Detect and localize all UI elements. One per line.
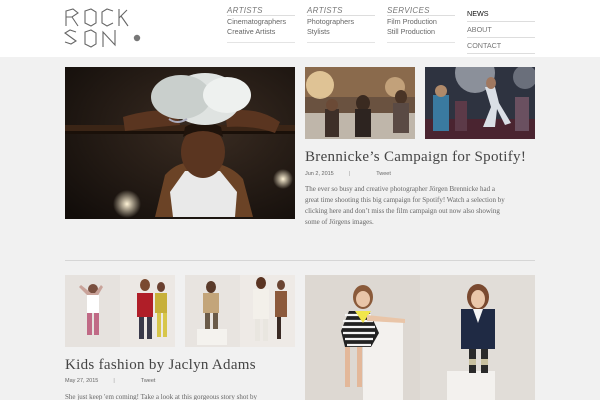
spotify-photo-2[interactable] xyxy=(425,67,535,139)
post-date: May 27, 2015 xyxy=(65,378,99,384)
boxer-photo[interactable] xyxy=(65,67,295,219)
kids-photo-large[interactable] xyxy=(305,275,535,400)
nav-item-cinematographers[interactable]: Cinematographers xyxy=(227,17,295,27)
nav-pages: NEWS ABOUT CONTACT xyxy=(467,6,535,54)
post-meta-kids-fashion: May 27, 2015 | Tweet xyxy=(65,378,156,384)
nav-item-still-production[interactable]: Still Production xyxy=(387,27,455,37)
nav-item-creative-artists[interactable]: Creative Artists xyxy=(227,27,295,37)
logo-dot-icon xyxy=(133,34,141,42)
nav-item-news[interactable]: NEWS xyxy=(467,6,535,22)
nav-item-film-production[interactable]: Film Production xyxy=(387,17,455,27)
kids-photo-1[interactable] xyxy=(65,275,175,347)
nav-item-photographers[interactable]: Photographers xyxy=(307,17,375,27)
site-header: ARTISTS Cinematographers Creative Artist… xyxy=(0,0,600,57)
nav-group-title: ARTISTS xyxy=(307,6,375,16)
tweet-button[interactable]: Tweet xyxy=(376,171,391,177)
nav-item-contact[interactable]: CONTACT xyxy=(467,38,535,54)
nav-item-stylists[interactable]: Stylists xyxy=(307,27,375,37)
section-divider xyxy=(65,260,535,261)
post-meta-spotify: Jun 2, 2015 | Tweet xyxy=(305,171,391,177)
post-excerpt-kids-fashion: She just keep 'em coming! Take a look at… xyxy=(65,393,258,400)
post-excerpt-spotify: The ever so busy and creative photograph… xyxy=(305,185,505,226)
nav-artists-photo: ARTISTS Photographers Stylists xyxy=(307,6,375,43)
nav-item-about[interactable]: ABOUT xyxy=(467,22,535,38)
kids-photo-2[interactable] xyxy=(185,275,295,347)
post-title-kids-fashion[interactable]: Kids fashion by Jaclyn Adams xyxy=(65,357,256,374)
nav-artists-cinema: ARTISTS Cinematographers Creative Artist… xyxy=(227,6,295,43)
nav-services: SERVICES Film Production Still Productio… xyxy=(387,6,455,43)
nav-group-title: SERVICES xyxy=(387,6,455,16)
nav-group-title: ARTISTS xyxy=(227,6,295,16)
post-title-spotify[interactable]: Brennicke’s Campaign for Spotify! xyxy=(305,149,526,166)
tweet-button[interactable]: Tweet xyxy=(141,378,156,384)
post-date: Jun 2, 2015 xyxy=(305,171,334,177)
rock-son-logo[interactable] xyxy=(63,6,155,52)
spotify-photo-1[interactable] xyxy=(305,67,415,139)
